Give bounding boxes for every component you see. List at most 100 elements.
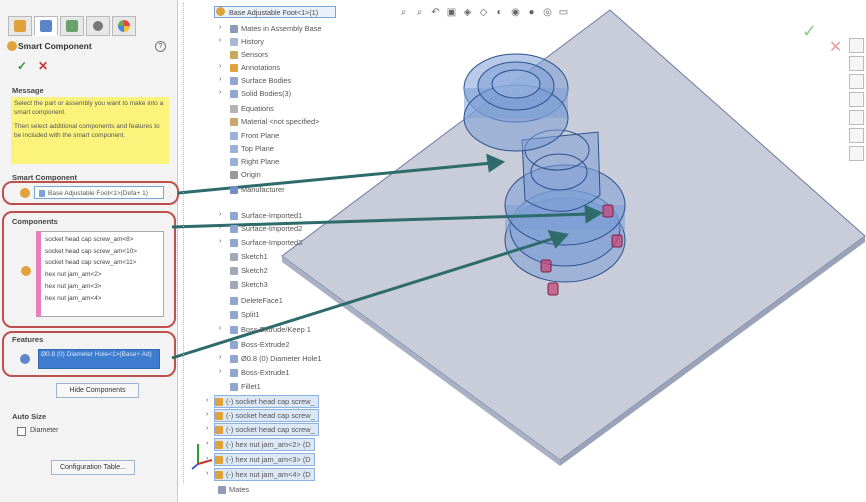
tree-item[interactable]: Surface Bodies: [230, 75, 291, 86]
tree-component[interactable]: (-) hex nut jam_am<4> (D: [214, 468, 315, 481]
tree-item-label: Ø0.8 (0) Diameter Hole1: [241, 354, 322, 363]
annotation-icon: [230, 64, 238, 73]
tree-item[interactable]: History: [230, 36, 264, 47]
tree-item[interactable]: Sensors: [230, 49, 268, 60]
tree-component[interactable]: (-) socket head cap screw_: [214, 423, 319, 436]
dynamic-annotation-icon[interactable]: ◈: [462, 7, 473, 18]
task-pane-custom-icon[interactable]: [849, 146, 864, 161]
tree-item[interactable]: Fillet1: [230, 381, 261, 392]
equations-icon: [230, 105, 238, 114]
tree-item-label: Solid Bodies(3): [241, 89, 292, 98]
confirm-corner-ok-icon[interactable]: ✓: [802, 21, 817, 42]
plane-icon: [230, 132, 238, 141]
tree-root[interactable]: Base Adjustable Foot<1>(1): [214, 6, 336, 18]
mates-folder-icon: [230, 25, 238, 34]
task-pane-appearances-icon[interactable]: [849, 128, 864, 143]
tree-item[interactable]: Annotations: [230, 62, 280, 73]
tree-item-label: Equations: [241, 104, 274, 113]
previous-view-icon[interactable]: ↶: [430, 7, 441, 18]
tree-component[interactable]: (-) socket head cap screw_: [214, 395, 319, 408]
surface-icon: [230, 212, 238, 221]
tree-item[interactable]: Sketch1: [230, 251, 268, 262]
tree-item-label: Sketch2: [241, 266, 268, 275]
tree-item-label: Sensors: [241, 50, 269, 59]
tree-item[interactable]: Surface-Imported3: [230, 237, 302, 248]
tree-component-label: (-) socket head cap screw_: [226, 411, 315, 420]
sensor-icon: [230, 51, 238, 60]
sketch-icon: [230, 253, 238, 262]
boss-extrude-icon: [230, 326, 238, 335]
tree-item-label: Mates in Assembly Base: [241, 24, 322, 33]
tree-component[interactable]: (-) hex nut jam_am<2> (D: [214, 438, 315, 451]
tree-item[interactable]: Top Plane: [230, 143, 274, 154]
hide-show-icon[interactable]: ◉: [510, 7, 521, 18]
assembly-icon: [216, 7, 225, 16]
tree-item[interactable]: Mates in Assembly Base: [230, 23, 322, 34]
surface-icon: [230, 225, 238, 234]
tree-component[interactable]: (-) hex nut jam_am<3> (D: [214, 453, 315, 466]
boss-extrude-icon: [230, 341, 238, 350]
tree-item-label: Surface-Imported2: [241, 224, 303, 233]
tree-item[interactable]: Ø0.8 (0) Diameter Hole1: [230, 353, 322, 364]
tree-component-label: (-) hex nut jam_am<3> (D: [226, 455, 311, 464]
split-icon: [230, 311, 238, 320]
tree-component[interactable]: (-) socket head cap screw_: [214, 409, 319, 422]
tree-item[interactable]: Manufacturer: [230, 184, 285, 195]
tree-item[interactable]: Sketch3: [230, 279, 268, 290]
tree-item-label: Origin: [241, 170, 261, 179]
tree-item-label: Right Plane: [241, 157, 280, 166]
component-icon: [215, 456, 223, 465]
tree-item-label: Mates: [229, 485, 250, 494]
tree-item[interactable]: Sketch2: [230, 265, 268, 276]
tree-item-label: Boss-Extrude2: [241, 340, 290, 349]
tree-item[interactable]: Surface-Imported1: [230, 210, 302, 221]
mates-icon: [218, 486, 226, 495]
tree-item-label: Annotations: [241, 63, 281, 72]
apply-scene-icon[interactable]: ◎: [542, 7, 553, 18]
surface-bodies-icon: [230, 77, 238, 86]
tree-guide: [183, 3, 185, 483]
component-icon: [215, 398, 223, 407]
task-pane-resources-icon[interactable]: [849, 56, 864, 71]
component-icon: [215, 471, 223, 480]
confirm-corner-cancel-icon[interactable]: ✕: [829, 37, 842, 57]
sketch-icon: [230, 267, 238, 276]
tree-item-label: Surface Bodies: [241, 76, 292, 85]
folder-icon: [230, 186, 238, 195]
history-icon: [230, 38, 238, 47]
tree-item-label: Surface-Imported1: [241, 211, 303, 220]
tree-item[interactable]: Boss-Extrude/Keep 1: [230, 324, 311, 335]
tree-item[interactable]: Front Plane: [230, 130, 279, 141]
tree-item[interactable]: DeleteFace1: [230, 295, 283, 306]
tree-item[interactable]: Split1: [230, 309, 260, 320]
plane-icon: [230, 158, 238, 167]
task-pane-palette-icon[interactable]: [849, 110, 864, 125]
tree-item[interactable]: Material <not specified>: [230, 116, 319, 127]
edit-appearance-icon[interactable]: ●: [526, 7, 537, 18]
graphics-area[interactable]: [0, 0, 866, 502]
tree-item-label: DeleteFace1: [241, 296, 283, 305]
zoom-fit-icon[interactable]: ⌕: [398, 7, 409, 18]
view-orientation-icon[interactable]: ◇: [478, 7, 489, 18]
view-settings-icon[interactable]: ▭: [558, 7, 569, 18]
task-pane-library-icon[interactable]: [849, 74, 864, 89]
tree-item-label: Sketch3: [241, 280, 268, 289]
section-view-icon[interactable]: ▣: [446, 7, 457, 18]
tree-item[interactable]: Boss-Extrude2: [230, 339, 289, 350]
tree-item[interactable]: Solid Bodies(3): [230, 88, 291, 99]
tree-item[interactable]: Surface-Imported2: [230, 223, 302, 234]
material-icon: [230, 118, 238, 127]
tree-item[interactable]: Boss-Extrude1: [230, 367, 289, 378]
tree-root-label: Base Adjustable Foot<1>(1): [229, 8, 319, 17]
sketch-icon: [230, 281, 238, 290]
tree-item[interactable]: Equations: [230, 103, 274, 114]
task-pane-explorer-icon[interactable]: [849, 92, 864, 107]
display-style-icon[interactable]: ◐: [494, 7, 505, 18]
tree-item[interactable]: Right Plane: [230, 156, 279, 167]
tree-item[interactable]: Origin: [230, 169, 261, 180]
tree-item[interactable]: Mates: [218, 484, 249, 495]
task-pane-home-icon[interactable]: [849, 38, 864, 53]
tree-item-label: History: [241, 37, 264, 46]
solid-bodies-icon: [230, 90, 238, 99]
zoom-area-icon[interactable]: ⌕: [414, 7, 425, 18]
